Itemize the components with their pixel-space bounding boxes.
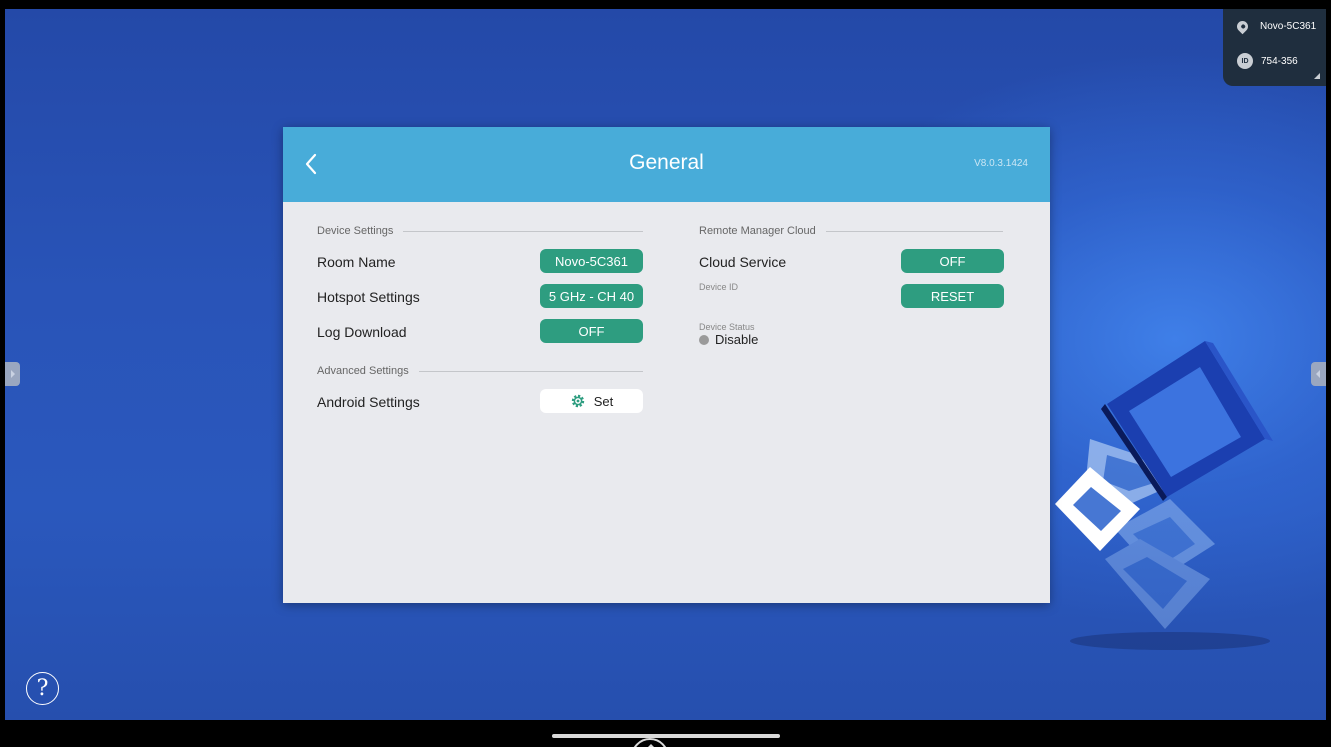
divider bbox=[403, 230, 643, 232]
room-name-text: Novo-5C361 bbox=[1260, 21, 1317, 32]
device-status: Disable bbox=[699, 332, 758, 347]
right-panel-handle[interactable] bbox=[1311, 362, 1326, 386]
cloud-service-label: Cloud Service bbox=[699, 254, 787, 270]
hotspot-settings-button[interactable]: 5 GHz - CH 40 bbox=[540, 284, 643, 308]
id-row: ID 754-356 bbox=[1237, 53, 1298, 69]
advanced-settings-section: Advanced Settings bbox=[317, 365, 643, 377]
left-panel-handle[interactable] bbox=[5, 362, 20, 386]
room-name-row: Novo-5C361 bbox=[1234, 18, 1317, 35]
id-text: 754-356 bbox=[1261, 55, 1298, 67]
general-settings-dialog: General V8.0.3.1424 Device Settings Room… bbox=[283, 127, 1050, 603]
location-pin-icon bbox=[1234, 18, 1251, 35]
dialog-title: General bbox=[629, 151, 704, 174]
divider bbox=[418, 370, 643, 372]
id-icon: ID bbox=[1237, 53, 1253, 69]
device-status-value: Disable bbox=[715, 332, 759, 347]
section-title: Advanced Settings bbox=[317, 365, 409, 377]
log-download-label: Log Download bbox=[317, 324, 407, 340]
cloud-service-toggle[interactable]: OFF bbox=[901, 249, 1004, 273]
divider bbox=[825, 230, 1003, 232]
room-info-panel[interactable]: Novo-5C361 ID 754-356 bbox=[1223, 9, 1326, 86]
reset-button[interactable]: RESET bbox=[901, 284, 1004, 308]
cube-artwork bbox=[1055, 341, 1273, 650]
device-settings-section: Device Settings bbox=[317, 225, 643, 237]
device-status-label: Device Status bbox=[699, 322, 755, 332]
android-settings-label: Android Settings bbox=[317, 394, 420, 410]
version-label: V8.0.3.1424 bbox=[974, 158, 1028, 169]
section-title: Device Settings bbox=[317, 225, 394, 237]
log-download-toggle[interactable]: OFF bbox=[540, 319, 643, 343]
room-name-label: Room Name bbox=[317, 254, 396, 270]
expand-corner-icon[interactable] bbox=[1314, 73, 1320, 79]
hotspot-settings-label: Hotspot Settings bbox=[317, 289, 420, 305]
status-dot-icon bbox=[699, 334, 709, 345]
room-name-button[interactable]: Novo-5C361 bbox=[540, 249, 643, 273]
remote-manager-section: Remote Manager Cloud bbox=[699, 225, 1003, 237]
device-id-label: Device ID bbox=[699, 282, 739, 292]
help-icon[interactable]: ? bbox=[26, 672, 59, 705]
android-settings-set-button[interactable]: Set bbox=[540, 389, 643, 413]
gear-icon bbox=[571, 394, 584, 408]
home-indicator[interactable] bbox=[552, 734, 780, 738]
dialog-header: General V8.0.3.1424 bbox=[283, 127, 1050, 202]
set-label: Set bbox=[593, 393, 614, 409]
section-title: Remote Manager Cloud bbox=[699, 225, 816, 237]
